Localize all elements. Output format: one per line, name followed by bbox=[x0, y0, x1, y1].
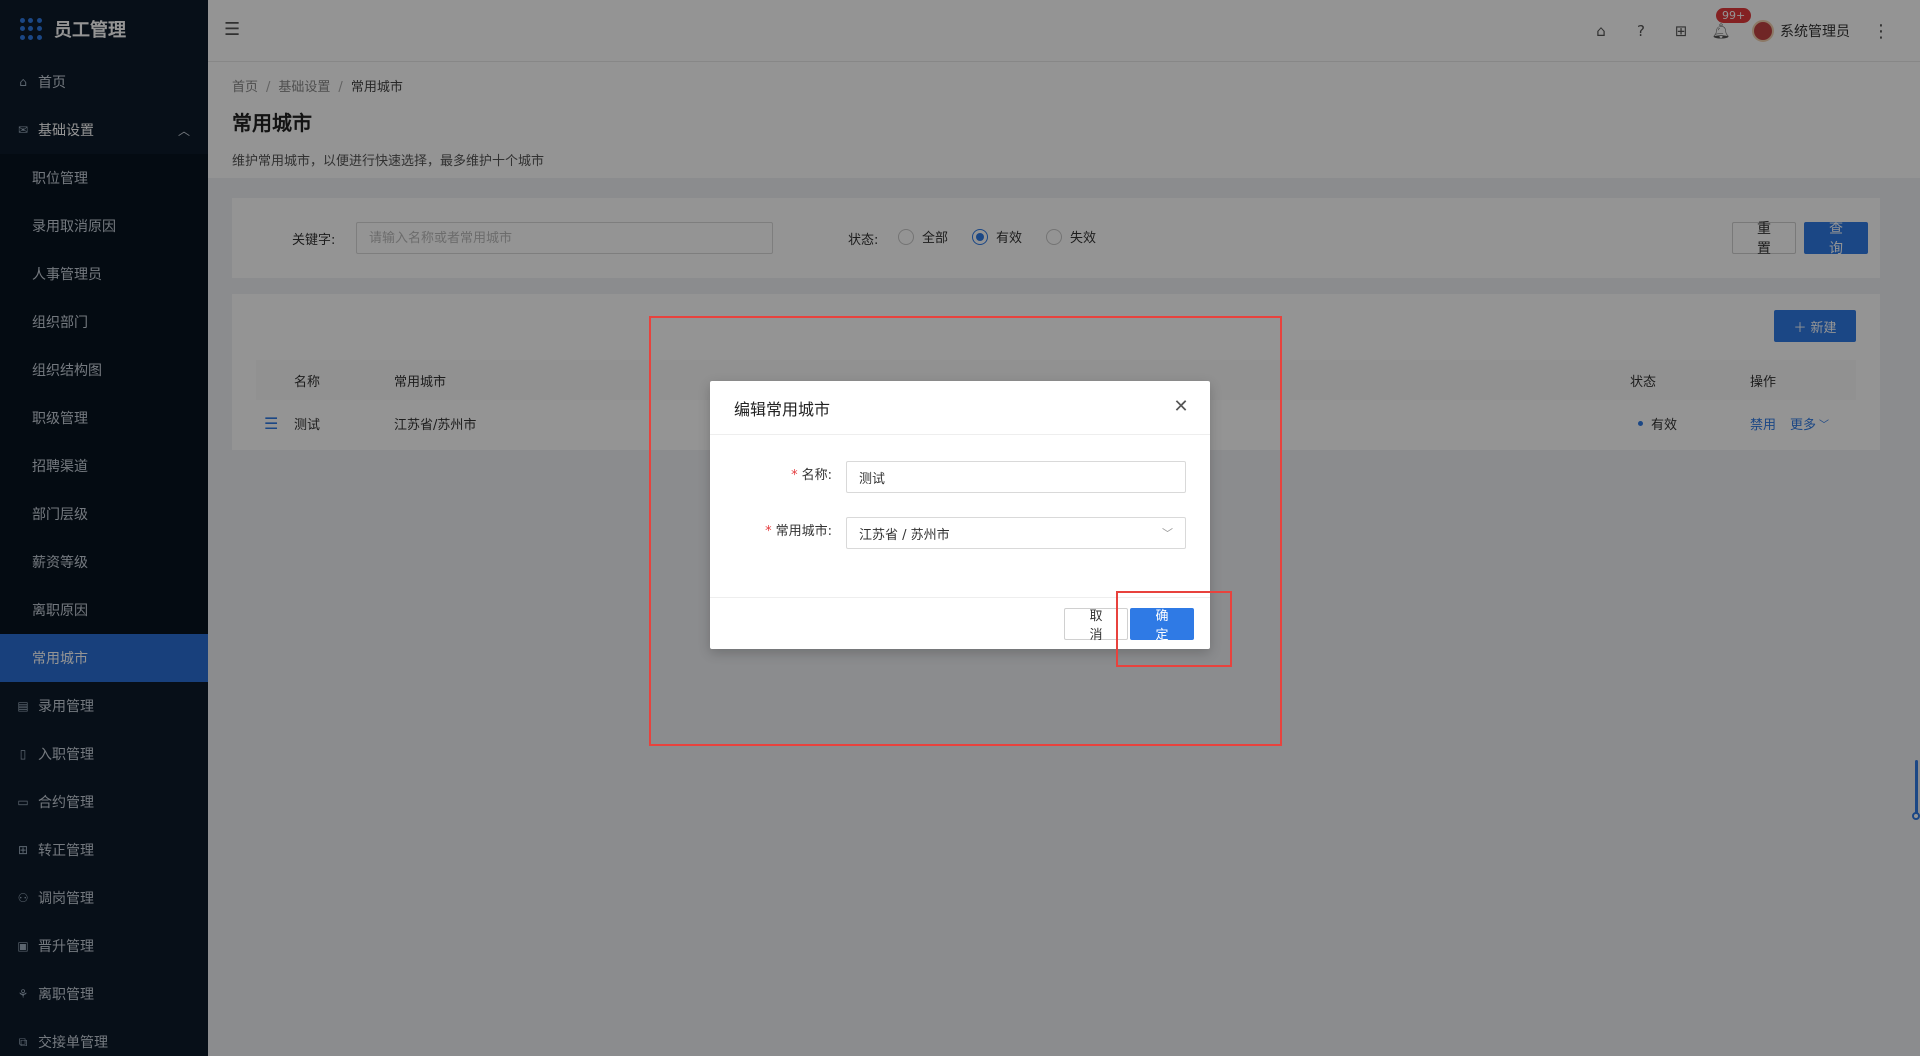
modal-header: 编辑常用城市 bbox=[710, 381, 1210, 435]
chevron-down-icon: ﹀ bbox=[1162, 527, 1173, 540]
modal-title: 编辑常用城市 bbox=[734, 399, 831, 419]
form-row-city: * 常用城市: 江苏省 / 苏州市 ﹀ bbox=[710, 515, 1210, 549]
cancel-button[interactable]: 取 消 bbox=[1064, 608, 1128, 643]
modal-footer: 取 消 确 定 bbox=[710, 597, 1210, 649]
name-label: * 名称: bbox=[791, 468, 832, 483]
city-cascader[interactable]: 江苏省 / 苏州市 ﹀ bbox=[846, 517, 1186, 549]
form-row-name: * 名称: bbox=[710, 459, 1210, 493]
confirm-button[interactable]: 确 定 bbox=[1130, 608, 1194, 643]
edit-city-modal: 编辑常用城市 ✕ *名称: *常用城市: 江苏省 / 苏州市 ﹀ 取 消 确 定 bbox=[710, 381, 1210, 649]
name-field[interactable] bbox=[846, 461, 1186, 493]
close-icon[interactable]: ✕ bbox=[1172, 398, 1190, 416]
city-value: 江苏省 / 苏州市 bbox=[859, 527, 950, 543]
city-label: * 常用城市: bbox=[765, 524, 832, 539]
